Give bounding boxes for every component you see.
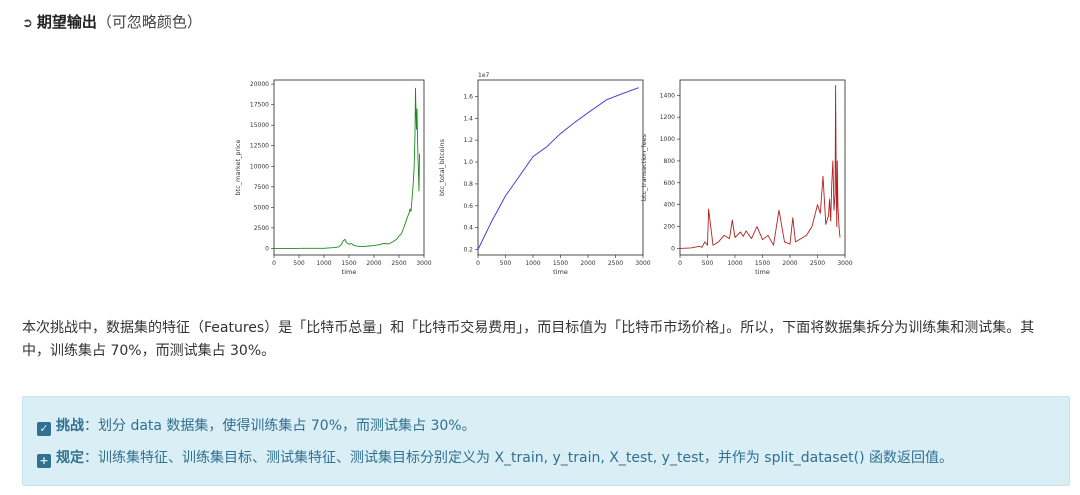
market-price-xtick-label: 500: [293, 260, 305, 267]
transaction-fees-ytick-label: 1000: [660, 136, 675, 143]
expected-output-heading: ➲ 期望输出（可忽略颜色）: [22, 12, 202, 34]
market-price-series-line: [274, 87, 420, 249]
description-paragraph: 本次挑战中，数据集的特征（Features）是「比特币总量」和「比特币交易费用」…: [22, 320, 1035, 359]
total-bitcoins-ytick-label: 0.6: [463, 203, 473, 210]
transaction-fees-ylabel: btc_transaction_fees: [640, 133, 648, 201]
rule-line: + 规定：训练集特征、训练集目标、测试集特征、测试集目标分别定义为 X_train…: [37, 448, 953, 468]
market-price-xtick-label: 3000: [416, 260, 431, 267]
transaction-fees-xtick-label: 1000: [727, 260, 742, 267]
market-price-ytick-label: 12500: [250, 143, 269, 150]
challenge-line: ✓ 挑战：划分 data 数据集，使得训练集占 70%，而测试集占 30%。: [37, 416, 476, 436]
total-bitcoins-plot-frame: [477, 79, 644, 256]
transaction-fees-ytick-label: 1400: [660, 92, 675, 99]
transaction-fees-ytick-label: 600: [664, 180, 676, 187]
rule-text: ：训练集特征、训练集目标、测试集特征、测试集目标分别定义为 X_train, y…: [84, 450, 954, 466]
total-bitcoins-xtick-label: 2000: [580, 260, 595, 267]
total-bitcoins-ytick-label: 0.8: [463, 181, 473, 188]
heading-note: （可忽略颜色）: [96, 13, 202, 31]
total-bitcoins-xtick-label: 1000: [525, 260, 540, 267]
transaction-fees-xtick-label: 2500: [810, 260, 825, 267]
transaction-fees-xtick-label: 1500: [755, 260, 770, 267]
heading-bold: 期望输出: [36, 13, 97, 31]
market-price-xlabel: time: [342, 268, 357, 276]
total-bitcoins-ytick-label: 1.0: [463, 159, 473, 166]
market-price-xtick-label: 2500: [391, 260, 406, 267]
market-price-ytick-label: 15000: [250, 122, 269, 129]
total-bitcoins-ytick-label: 0.2: [463, 247, 473, 254]
market-price-xtick-label: 1500: [341, 260, 356, 267]
market-price-ytick-label: 0: [265, 245, 269, 252]
market-price-ytick-label: 10000: [250, 163, 269, 170]
market-price-ylabel: btc_market_price: [234, 140, 242, 196]
transaction-fees-xlabel: time: [755, 268, 770, 276]
total-bitcoins-ytick-label: 1.6: [463, 93, 473, 100]
market-price-ytick-label: 2500: [254, 225, 269, 232]
challenge-text: ：划分 data 数据集，使得训练集占 70%，而测试集占 30%。: [84, 418, 476, 434]
total-bitcoins-ytick-label: 0.4: [463, 225, 473, 232]
transaction-fees-xtick-label: 500: [702, 260, 714, 267]
arrow-right-box-icon: ➲: [22, 16, 33, 31]
market-price-ytick-label: 7500: [254, 184, 269, 191]
total-bitcoins-xtick-label: 0: [476, 260, 480, 267]
transaction-fees-plot-frame: [679, 79, 846, 256]
market-price-ytick-label: 20000: [250, 81, 269, 88]
total-bitcoins-xtick-label: 2500: [608, 260, 623, 267]
total-bitcoins-xtick-label: 3000: [635, 260, 650, 267]
expected-output-figure: 0 500 1000 1500 2000 2500 3000 0 2500 5000 7500 100…: [228, 70, 860, 285]
transaction-fees-ytick-label: 800: [664, 158, 676, 165]
transaction-fees-ytick-label: 200: [664, 224, 676, 231]
market-price-plot-frame: [273, 79, 425, 256]
transaction-fees-series-line: [679, 85, 841, 249]
total-bitcoins-ylabel: btc_total_bitcoins: [438, 138, 446, 196]
transaction-fees-xtick-label: 2000: [782, 260, 797, 267]
challenge-label: 挑战: [56, 418, 84, 434]
transaction-fees-ytick-label: 400: [664, 202, 676, 209]
total-bitcoins-ytick-label: 1.2: [463, 137, 473, 144]
total-bitcoins-ytick-label: 1.4: [463, 115, 473, 122]
charts-svg: 0 500 1000 1500 2000 2500 30000250050007500100…: [234, 72, 853, 276]
total-bitcoins-exponent-label: 1e7: [478, 72, 490, 79]
market-price-ytick-label: 5000: [254, 204, 269, 211]
transaction-fees-ytick-label: 0: [671, 245, 675, 252]
total-bitcoins-series-line: [477, 87, 639, 250]
market-price-xtick-label: 0: [272, 260, 276, 267]
plus-square-icon: +: [37, 454, 51, 468]
total-bitcoins-xtick-label: 500: [500, 260, 512, 267]
challenge-callout: ✓ 挑战：划分 data 数据集，使得训练集占 70%，而测试集占 30%。 + 规…: [22, 396, 1070, 486]
transaction-fees-ytick-label: 1200: [660, 114, 675, 121]
check-square-icon: ✓: [37, 422, 51, 436]
total-bitcoins-xlabel: time: [553, 268, 568, 276]
market-price-ytick-label: 17500: [250, 102, 269, 109]
market-price-xtick-label: 1000: [316, 260, 331, 267]
transaction-fees-xtick-label: 0: [678, 260, 682, 267]
market-price-xtick-label: 2000: [366, 260, 381, 267]
rule-label: 规定: [56, 450, 84, 466]
total-bitcoins-xtick-label: 1500: [553, 260, 568, 267]
transaction-fees-xtick-label: 3000: [837, 260, 852, 267]
